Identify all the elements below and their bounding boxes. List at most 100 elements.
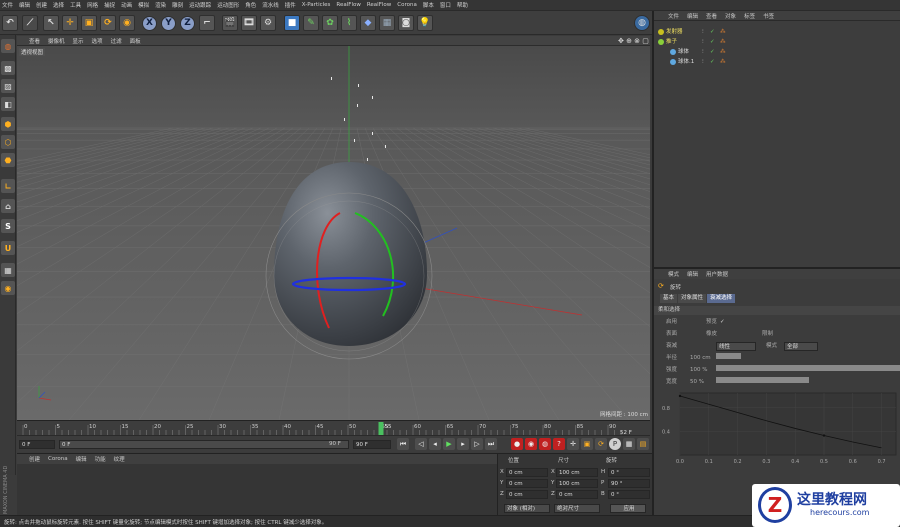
convert-object-icon[interactable]: ◍	[1, 39, 15, 53]
move-icon[interactable]: ✛	[62, 15, 78, 31]
model-mode-icon[interactable]: ▩	[1, 61, 15, 75]
size-field[interactable]: 0 cm	[556, 490, 598, 499]
range-slider[interactable]: 0 F	[59, 440, 349, 449]
attribute-tab-2[interactable]: 衰减选择	[707, 294, 736, 303]
tag-icon[interactable]: ⁂	[720, 38, 726, 47]
viewport-menu-item-4[interactable]: 过滤	[111, 37, 122, 45]
visibility-icon[interactable]: ⁝	[702, 58, 704, 67]
position-field[interactable]: 0 cm	[506, 490, 548, 499]
menu-item-0[interactable]: 文件	[2, 1, 13, 9]
object-list-item[interactable]: 球体.1 ⁝ ✓ ⁂	[670, 58, 888, 67]
attribute-menu-item-1[interactable]: 编辑	[687, 270, 698, 278]
end-frame-field[interactable]: 90 F	[353, 440, 391, 449]
visibility-icon[interactable]: ⁝	[702, 28, 704, 37]
prev-key-icon[interactable]: ◁	[415, 438, 427, 450]
light-icon[interactable]: 💡	[417, 15, 433, 31]
start-frame-field[interactable]: 0 F	[19, 440, 55, 449]
menu-item-10[interactable]: 雕刻	[172, 1, 183, 9]
size-field[interactable]: 100 cm	[556, 468, 598, 477]
y-axis-button[interactable]: Y	[161, 15, 176, 31]
viewport-nav-icons[interactable]: ✥ ⊕ ⊗ ▢	[618, 37, 649, 45]
enable-check-icon[interactable]: ✓	[710, 28, 715, 37]
z-axis-button[interactable]: Z	[180, 15, 195, 31]
key-rotation-icon[interactable]: ⟳	[595, 438, 607, 450]
polygons-mode-icon[interactable]: ⬣	[1, 153, 15, 167]
size-field[interactable]: 100 cm	[556, 479, 598, 488]
falloff-curve-graph[interactable]: 0.0 0.1 0.2 0.3 0.4 0.5 0.6 0.7 0.8 0.4	[660, 387, 900, 465]
object-menu-item-1[interactable]: 编辑	[687, 12, 698, 20]
viewport-menu-item-1[interactable]: 摄像机	[48, 37, 65, 45]
object-menu-item-5[interactable]: 书签	[763, 12, 774, 20]
position-field[interactable]: 0 cm	[506, 468, 548, 477]
layout-globe-icon[interactable]: ◍	[634, 15, 650, 31]
enable-check-icon[interactable]: ✓	[710, 48, 715, 57]
menu-item-1[interactable]: 编辑	[19, 1, 30, 9]
viewport-menu-item-3[interactable]: 选项	[92, 37, 103, 45]
timeline-playhead[interactable]	[378, 422, 384, 435]
texture-mode-icon[interactable]: ▨	[1, 79, 15, 93]
menu-item-15[interactable]: 插件	[285, 1, 296, 9]
menu-item-13[interactable]: 角色	[245, 1, 256, 9]
scale-icon[interactable]: ▣	[81, 15, 97, 31]
attribute-tab-0[interactable]: 基本	[660, 294, 678, 303]
size-mode-select[interactable]: 绝对尺寸	[554, 504, 600, 513]
timeline-ruler[interactable]: 0 5 10 15 20 25 30 35 40 45 50 55 60 65 70 75 80 85 90 55 52…	[17, 420, 650, 436]
field-icon[interactable]: ◆	[360, 15, 376, 31]
menu-item-7[interactable]: 动画	[121, 1, 132, 9]
menu-item-22[interactable]: 帮助	[457, 1, 468, 9]
next-frame-icon[interactable]: ▸	[457, 438, 469, 450]
material-menu-item-1[interactable]: Corona	[48, 456, 68, 462]
material-menu-item-4[interactable]: 纹理	[114, 455, 125, 463]
object-menu-item-4[interactable]: 标签	[744, 12, 755, 20]
enable-check-icon[interactable]: ✓	[710, 38, 715, 47]
preview-check-icon[interactable]: ✓	[720, 318, 725, 327]
camera-icon[interactable]: ◙	[398, 15, 414, 31]
menu-item-9[interactable]: 渲染	[155, 1, 166, 9]
menu-item-5[interactable]: 网格	[87, 1, 98, 9]
perspective-viewport[interactable]: 透视视图 网格间距 : 100 cm	[17, 46, 650, 420]
render-view-icon[interactable]: 🎬	[222, 15, 238, 31]
magnet-icon[interactable]: U	[1, 241, 15, 255]
menu-item-12[interactable]: 运动图形	[217, 1, 239, 9]
key-scale-icon[interactable]: ▣	[581, 438, 593, 450]
menu-item-19[interactable]: Corona	[397, 2, 417, 8]
record-icon[interactable]: ●	[511, 438, 523, 450]
object-list-item[interactable]: 推子 ⁝ ✓ ⁂	[658, 38, 888, 47]
viewport-menu-item-0[interactable]: 查看	[29, 37, 40, 45]
go-to-start-icon[interactable]: ⏮	[397, 438, 409, 450]
render-picture-viewer-icon[interactable]: 🎞	[241, 15, 257, 31]
recent-tool-icon[interactable]: ◉	[119, 15, 135, 31]
go-to-end-icon[interactable]: ⏭	[485, 438, 497, 450]
rotate-icon[interactable]: ⟳	[100, 15, 116, 31]
tag-icon[interactable]: ⁂	[720, 28, 726, 37]
object-menu-item-2[interactable]: 查看	[706, 12, 717, 20]
snap-icon[interactable]: S	[1, 219, 15, 233]
object-list-item[interactable]: 球体 ⁝ ✓ ⁂	[670, 48, 888, 57]
strength-slider[interactable]	[716, 365, 900, 371]
timeline-window-icon[interactable]: ▤	[637, 438, 649, 450]
menu-item-17[interactable]: RealFlow	[336, 2, 360, 8]
select-cursor-icon[interactable]: ↖	[43, 15, 59, 31]
menu-item-20[interactable]: 脚本	[423, 1, 434, 9]
key-position-icon[interactable]: ✛	[567, 438, 579, 450]
attribute-value[interactable]: 全部	[784, 342, 818, 351]
object-menu-item-0[interactable]: 文件	[668, 12, 679, 20]
tweak-mode-icon[interactable]: ⌂	[1, 199, 15, 213]
keyframe-selection-icon[interactable]: ◍	[539, 438, 551, 450]
points-mode-icon[interactable]: ⬢	[1, 117, 15, 131]
curve-point[interactable]	[678, 394, 682, 398]
live-select-icon[interactable]: ⟋	[22, 15, 38, 31]
x-axis-button[interactable]: X	[142, 15, 157, 31]
sculpt-icon[interactable]: ◉	[1, 281, 15, 295]
floor-grid-icon[interactable]: ▦	[379, 15, 395, 31]
workplane-icon[interactable]: ◧	[1, 97, 15, 111]
rotation-field[interactable]: 0 °	[608, 468, 650, 477]
attribute-value[interactable]: 线性	[716, 342, 756, 351]
menu-item-14[interactable]: 流水线	[262, 1, 279, 9]
pen-spline-icon[interactable]: ✎	[303, 15, 319, 31]
object-menu-item-3[interactable]: 对象	[725, 12, 736, 20]
render-settings-icon[interactable]: ⚙	[260, 15, 276, 31]
menu-item-16[interactable]: X-Particles	[302, 2, 331, 8]
menu-item-21[interactable]: 窗口	[440, 1, 451, 9]
menu-item-11[interactable]: 运动跟踪	[189, 1, 211, 9]
